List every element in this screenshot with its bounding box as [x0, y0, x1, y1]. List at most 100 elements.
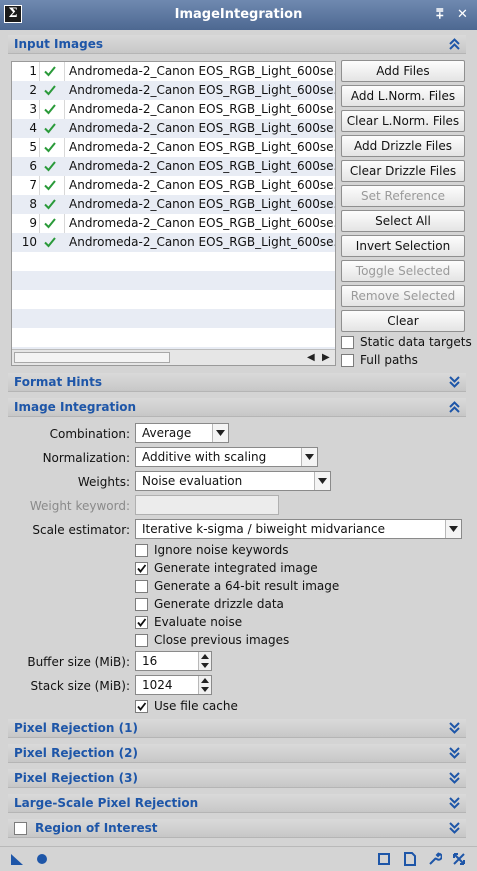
section-input-images[interactable]: Input Images	[8, 35, 466, 54]
browse-documentation-icon[interactable]	[377, 852, 391, 866]
file-list-row[interactable]: 8 Andromeda-2_Canon EOS_RGB_Light_600se..…	[12, 195, 335, 214]
document-icon[interactable]	[403, 852, 417, 866]
file-list-row[interactable]: 4 Andromeda-2_Canon EOS_RGB_Light_600se..…	[12, 119, 335, 138]
scroll-right-icon[interactable]: ▶	[322, 352, 330, 363]
expand-icon[interactable]	[449, 747, 460, 759]
section-pixel-rejection-3[interactable]: Pixel Rejection (3)	[8, 769, 466, 788]
normalization-select[interactable]: Additive with scaling	[135, 447, 318, 467]
chevron-down-icon[interactable]	[212, 424, 228, 442]
enabled-check-icon[interactable]	[42, 234, 58, 250]
scale-estimator-select[interactable]: Iterative k-sigma / biweight midvariance	[135, 519, 462, 539]
stack-size-spinbox[interactable]: 1024	[135, 675, 212, 695]
enabled-check-icon[interactable]	[42, 139, 58, 155]
bottom-toolbar	[0, 846, 477, 871]
weight-keyword-field[interactable]	[135, 495, 279, 515]
select-all-button[interactable]: Select All	[341, 210, 465, 232]
buffer-size-label: Buffer size (MiB):	[27, 655, 130, 669]
chevron-down-icon[interactable]	[301, 448, 317, 466]
close-icon[interactable]: ✕	[457, 7, 468, 22]
horizontal-scrollbar[interactable]: ◀ ▶	[12, 349, 335, 365]
chevron-down-icon[interactable]	[445, 520, 461, 538]
section-pixel-rejection-2-label: Pixel Rejection (2)	[14, 746, 138, 760]
use-file-cache-label: Use file cache	[154, 699, 238, 713]
enabled-check-icon[interactable]	[42, 196, 58, 212]
full-paths-label: Full paths	[360, 353, 418, 367]
generate-drizzle-data-label: Generate drizzle data	[154, 597, 284, 611]
file-list-row[interactable]: 9 Andromeda-2_Canon EOS_RGB_Light_600se..…	[12, 214, 335, 233]
file-list-row[interactable]: 2 Andromeda-2_Canon EOS_RGB_Light_600se..…	[12, 81, 335, 100]
add-files-button[interactable]: Add Files	[341, 60, 465, 82]
roi-checkbox[interactable]	[14, 822, 27, 835]
expand-icon[interactable]	[449, 772, 460, 784]
enabled-check-icon[interactable]	[42, 101, 58, 117]
checkbox-box[interactable]	[341, 336, 354, 349]
file-list-row[interactable]: 7 Andromeda-2_Canon EOS_RGB_Light_600se..…	[12, 176, 335, 195]
combination-select[interactable]: Average	[135, 423, 229, 443]
checkbox-box[interactable]	[135, 580, 148, 593]
expand-icon[interactable]	[449, 822, 460, 834]
file-list-row[interactable]: 1 Andromeda-2_Canon EOS_RGB_Light_600se..…	[12, 62, 335, 81]
row-number: 3	[29, 102, 37, 116]
enabled-check-icon[interactable]	[42, 177, 58, 193]
title-bar: Σ ImageIntegration ⩱ ✕	[0, 0, 477, 30]
scroll-left-icon[interactable]: ◀	[307, 352, 315, 363]
section-region-of-interest[interactable]: Region of Interest	[8, 819, 466, 838]
file-list-row[interactable]: 10 Andromeda-2_Canon EOS_RGB_Light_600se.…	[12, 233, 335, 252]
file-list-row[interactable]: 5 Andromeda-2_Canon EOS_RGB_Light_600se..…	[12, 138, 335, 157]
close-previous-images-label: Close previous images	[154, 633, 290, 647]
section-format-hints[interactable]: Format Hints	[8, 373, 466, 392]
static-data-targets-label: Static data targets	[360, 335, 472, 349]
checkbox-box[interactable]	[135, 700, 148, 713]
set-reference-button[interactable]: Set Reference	[341, 185, 465, 207]
shade-icon[interactable]: ⩱	[436, 7, 444, 22]
spin-arrows-icon[interactable]	[198, 652, 211, 670]
section-image-integration[interactable]: Image Integration	[8, 398, 466, 417]
normalization-label: Normalization:	[42, 451, 130, 465]
checkbox-box[interactable]	[135, 634, 148, 647]
enabled-check-icon[interactable]	[42, 215, 58, 231]
collapse-icon[interactable]	[449, 401, 460, 413]
section-large-scale-rejection-label: Large-Scale Pixel Rejection	[14, 796, 199, 810]
collapse-icon[interactable]	[449, 38, 460, 50]
expand-icon[interactable]	[449, 722, 460, 734]
enabled-check-icon[interactable]	[42, 82, 58, 98]
file-list[interactable]: 1 Andromeda-2_Canon EOS_RGB_Light_600se..…	[11, 61, 336, 366]
add-lnorm-files-button[interactable]: Add L.Norm. Files	[341, 85, 465, 107]
new-instance-icon[interactable]	[10, 852, 24, 866]
enabled-check-icon[interactable]	[42, 63, 58, 79]
section-large-scale-rejection[interactable]: Large-Scale Pixel Rejection	[8, 794, 466, 813]
row-number: 4	[29, 121, 37, 135]
chevron-down-icon[interactable]	[314, 472, 330, 490]
weights-select[interactable]: Noise evaluation	[135, 471, 331, 491]
clear-drizzle-files-button[interactable]: Clear Drizzle Files	[341, 160, 465, 182]
clear-button[interactable]: Clear	[341, 310, 465, 332]
remove-selected-button[interactable]: Remove Selected	[341, 285, 465, 307]
checkbox-box[interactable]	[135, 598, 148, 611]
checkbox-box[interactable]	[341, 354, 354, 367]
row-number: 9	[29, 216, 37, 230]
expand-icon[interactable]	[449, 797, 460, 809]
checkbox-box[interactable]	[135, 616, 148, 629]
reset-icon[interactable]	[452, 852, 466, 866]
enabled-check-icon[interactable]	[42, 158, 58, 174]
toggle-selected-button[interactable]: Toggle Selected	[341, 260, 465, 282]
clear-lnorm-files-button[interactable]: Clear L.Norm. Files	[341, 110, 465, 132]
expand-icon[interactable]	[449, 376, 460, 388]
buffer-size-spinbox[interactable]: 16	[135, 651, 212, 671]
checkbox-box[interactable]	[135, 562, 148, 575]
file-list-row[interactable]: 6 Andromeda-2_Canon EOS_RGB_Light_600se..…	[12, 157, 335, 176]
invert-selection-button[interactable]: Invert Selection	[341, 235, 465, 257]
enabled-check-icon[interactable]	[42, 120, 58, 136]
file-list-row[interactable]: 3 Andromeda-2_Canon EOS_RGB_Light_600se..…	[12, 100, 335, 119]
add-drizzle-files-button[interactable]: Add Drizzle Files	[341, 135, 465, 157]
spin-arrows-icon[interactable]	[198, 676, 211, 694]
apply-global-icon[interactable]	[35, 852, 49, 866]
section-pixel-rejection-2[interactable]: Pixel Rejection (2)	[8, 744, 466, 763]
stack-size-value: 1024	[142, 678, 173, 692]
buffer-size-value: 16	[142, 654, 158, 668]
scrollbar-thumb[interactable]	[14, 352, 170, 363]
section-pixel-rejection-1[interactable]: Pixel Rejection (1)	[8, 719, 466, 738]
checkbox-box[interactable]	[135, 544, 148, 557]
file-name: Andromeda-2_Canon EOS_RGB_Light_600se...	[69, 140, 336, 154]
wrench-icon[interactable]	[428, 852, 443, 866]
